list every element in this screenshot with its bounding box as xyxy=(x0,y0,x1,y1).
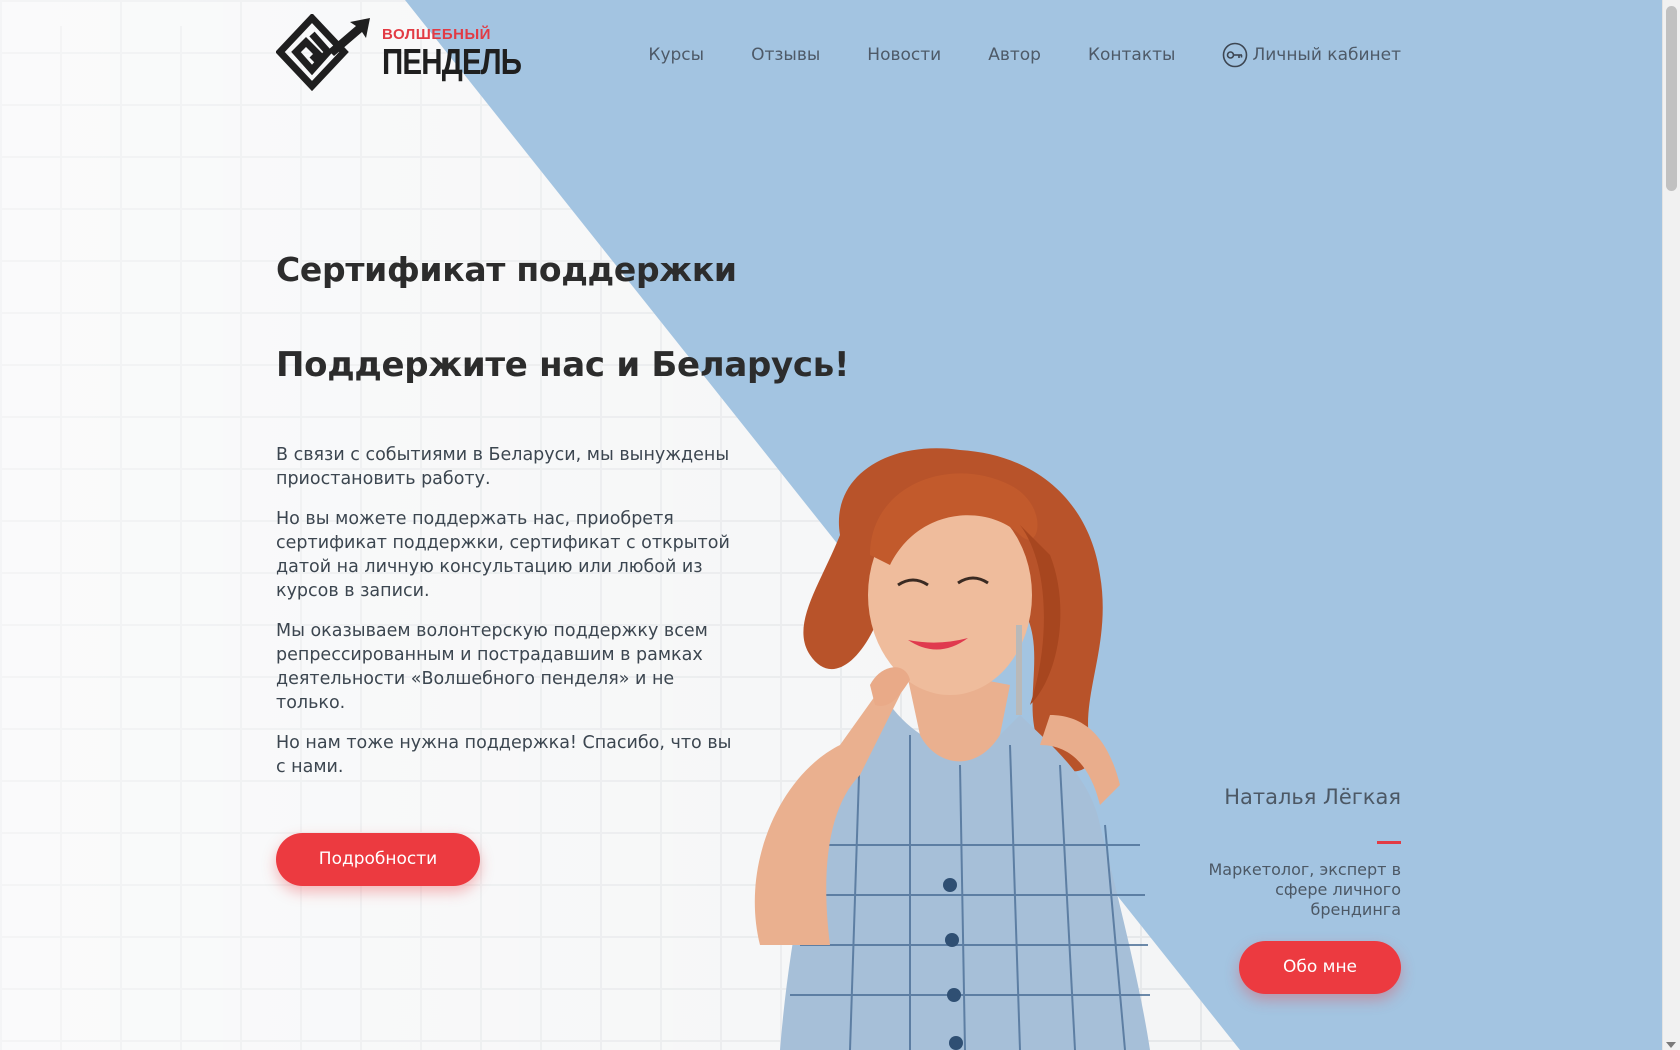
logo-top-text: ВОЛШЕБНЫЙ xyxy=(382,25,491,43)
site-header: ВОЛШЕБНЫЙ ПЕНДЕЛЬ Курсы Отзывы Новости А… xyxy=(276,14,1401,94)
page: ВОЛШЕБНЫЙ ПЕНДЕЛЬ Курсы Отзывы Новости А… xyxy=(0,0,1680,1050)
nav-item-courses[interactable]: Курсы xyxy=(648,45,704,65)
personal-cabinet-label: Личный кабинет xyxy=(1252,45,1401,65)
key-icon xyxy=(1223,42,1248,68)
logo[interactable]: ВОЛШЕБНЫЙ ПЕНДЕЛЬ xyxy=(276,14,552,92)
nav-item-contacts[interactable]: Контакты xyxy=(1088,45,1176,65)
scroll-down-arrow-icon[interactable] xyxy=(1666,1042,1676,1048)
logo-bottom-text: ПЕНДЕЛЬ xyxy=(382,40,522,82)
details-button[interactable]: Подробности xyxy=(276,833,480,886)
logo-text: ВОЛШЕБНЫЙ ПЕНДЕЛЬ xyxy=(382,27,552,80)
paragraph: В связи с событиями в Беларуси, мы вынуж… xyxy=(276,445,730,489)
author-block: Наталья Лёгкая Маркетолог, эксперт в сфе… xyxy=(1181,785,1401,920)
paragraph: Мы оказываем волонтерскую поддержку всем… xyxy=(276,621,708,713)
author-role: Маркетолог, эксперт в сфере личного брен… xyxy=(1208,860,1401,919)
accent-divider xyxy=(1377,841,1401,844)
paragraph: Но вы можете поддержать нас, приобретя с… xyxy=(276,509,730,601)
main-nav: Курсы Отзывы Новости Автор Контакты Личн… xyxy=(601,42,1401,68)
author-name: Наталья Лёгкая xyxy=(1224,785,1401,809)
nav-item-personal-cabinet[interactable]: Личный кабинет xyxy=(1222,42,1401,68)
intro-text: В связи с событиями в Беларуси, мы вынуж… xyxy=(276,443,776,779)
nav-item-reviews[interactable]: Отзывы xyxy=(751,45,820,65)
logo-icon xyxy=(276,14,370,92)
nav-item-news[interactable]: Новости xyxy=(867,45,941,65)
about-me-button[interactable]: Обо мне xyxy=(1239,941,1401,994)
vertical-scrollbar[interactable] xyxy=(1662,0,1680,1050)
support-heading: Поддержите нас и Беларусь! xyxy=(276,345,850,385)
page-title: Сертификат поддержки xyxy=(276,250,737,289)
paragraph: Но нам тоже нужна поддержка! Спасибо, чт… xyxy=(276,733,732,777)
scrollbar-thumb[interactable] xyxy=(1666,6,1677,191)
nav-item-author[interactable]: Автор xyxy=(988,45,1041,65)
main-content: Сертификат поддержки Поддержите нас и Бе… xyxy=(276,250,850,886)
